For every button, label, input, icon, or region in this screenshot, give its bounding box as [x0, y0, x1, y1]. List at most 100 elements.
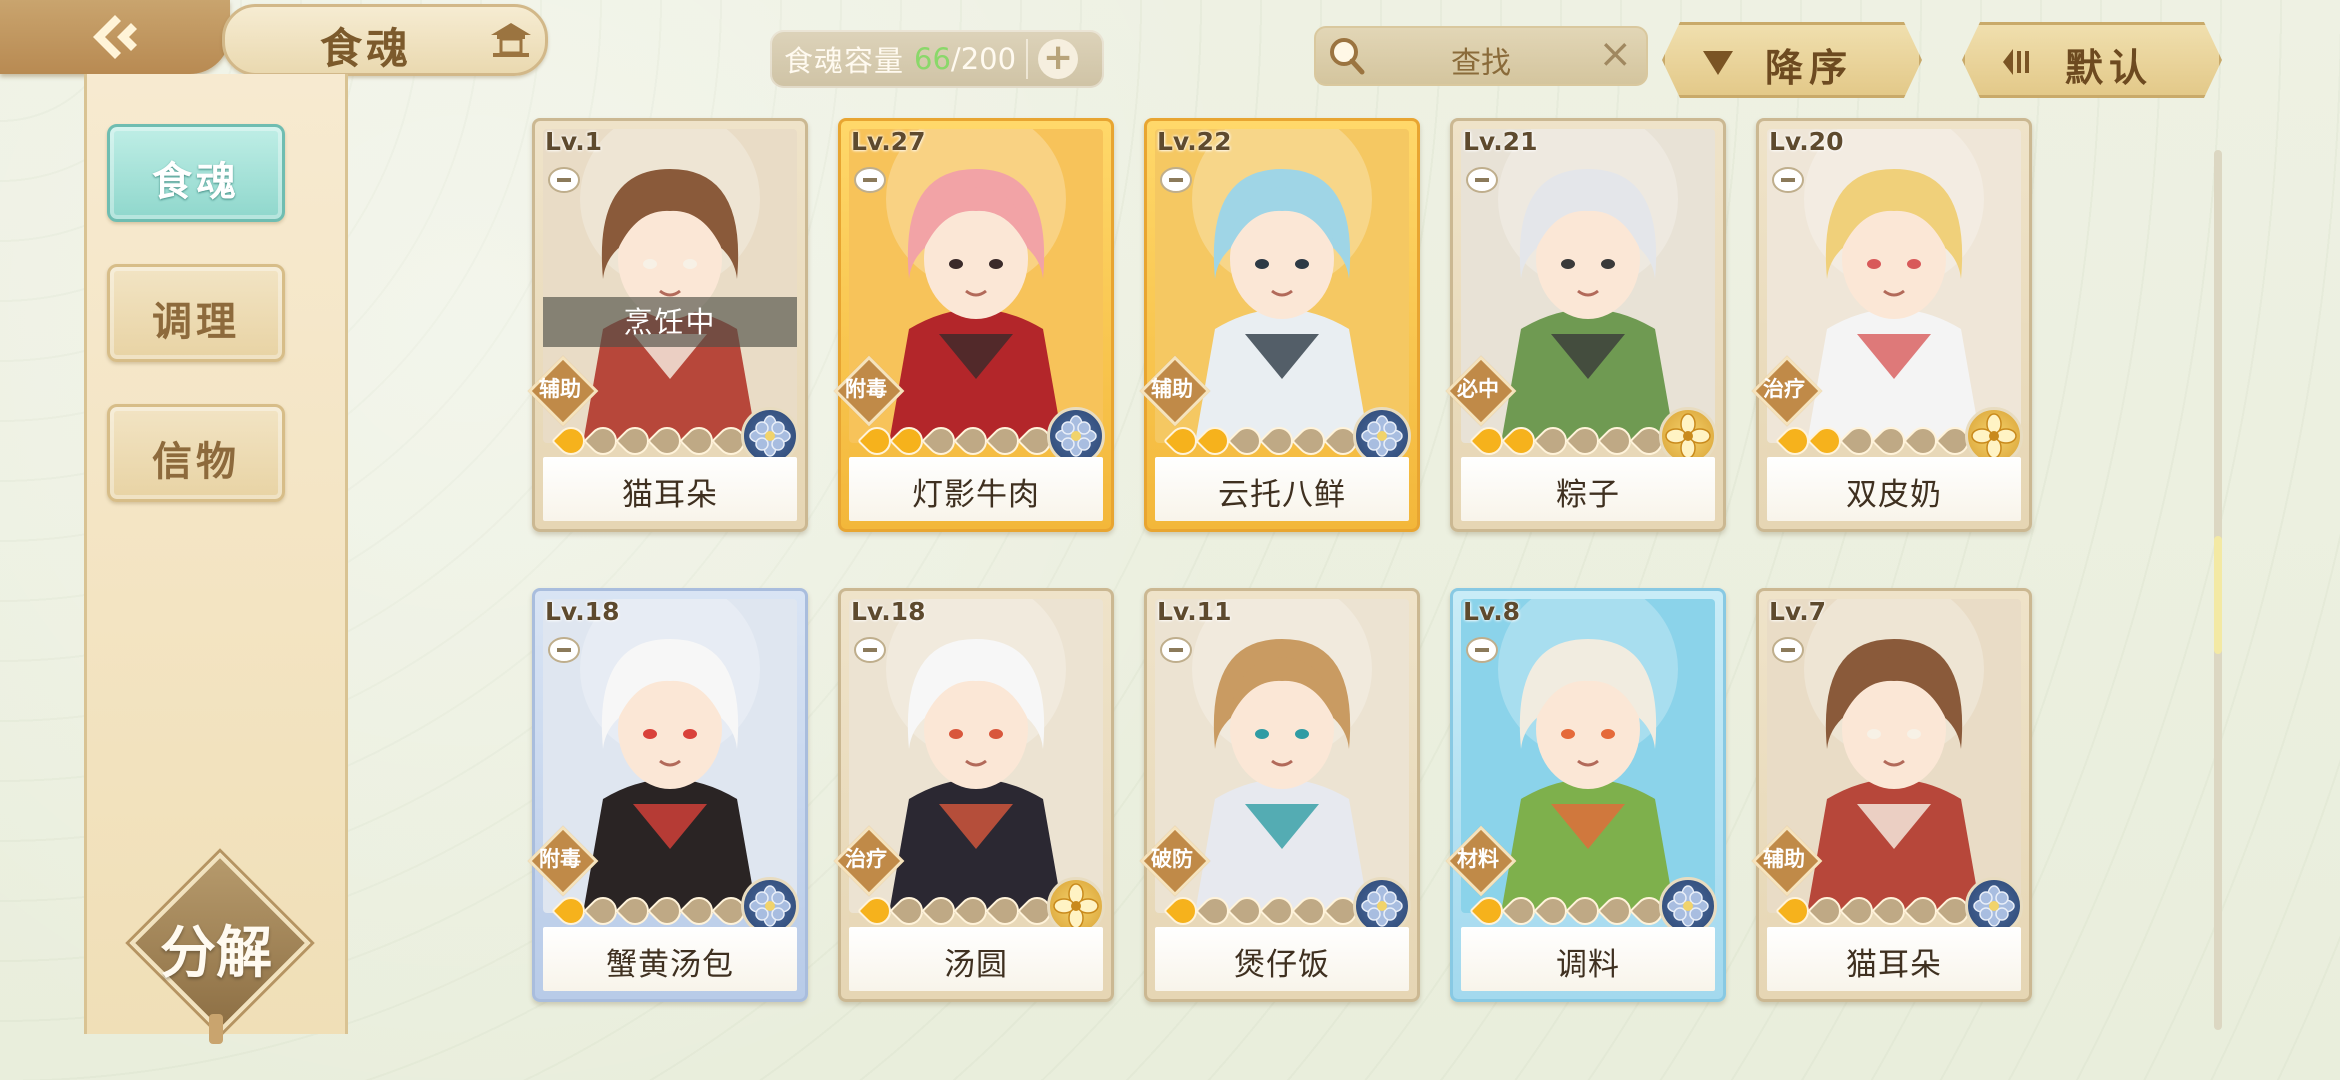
name-plate: 双皮奶 — [1767, 457, 2021, 521]
role-label: 必中 — [1457, 377, 1499, 401]
search-box[interactable]: 查找 × — [1314, 26, 1648, 86]
swap-arrows-icon — [2001, 47, 2035, 77]
food-soul-card[interactable]: Lv.27 附毒 灯影牛肉 — [833, 118, 1114, 532]
lock-icon[interactable] — [853, 165, 887, 195]
lock-icon[interactable] — [1465, 635, 1499, 665]
tab-label: 信物 — [152, 439, 240, 485]
food-soul-card[interactable]: Lv.7 辅助 猫耳朵 — [1751, 588, 2032, 1002]
character-name: 蟹黄汤包 — [606, 947, 734, 983]
role-badge: 材料 — [1445, 825, 1517, 897]
food-soul-card[interactable]: Lv.18 治疗 汤圆 — [833, 588, 1114, 1002]
star-rating — [1775, 421, 1975, 461]
house-icon[interactable] — [487, 19, 535, 59]
food-soul-card[interactable]: Lv.20 治疗 双皮奶 — [1751, 118, 2032, 532]
level-label: Lv.27 — [851, 127, 926, 156]
level-label: Lv.11 — [1157, 597, 1232, 626]
role-label: 辅助 — [1763, 847, 1805, 871]
character-name: 煲仔饭 — [1234, 947, 1330, 983]
triangle-down-icon — [1701, 47, 1735, 77]
lock-icon[interactable] — [547, 165, 581, 195]
name-plate: 蟹黄汤包 — [543, 927, 797, 991]
scrollbar-thumb[interactable] — [2214, 536, 2222, 654]
character-name: 猫耳朵 — [622, 477, 718, 513]
character-name: 灯影牛肉 — [912, 477, 1040, 513]
food-soul-card[interactable]: Lv.11 破防 煲仔饭 — [1139, 588, 1420, 1002]
lock-icon[interactable] — [853, 635, 887, 665]
add-capacity-button[interactable]: + — [1038, 39, 1079, 79]
lock-icon[interactable] — [547, 635, 581, 665]
character-name: 猫耳朵 — [1846, 947, 1942, 983]
star-rating — [551, 421, 751, 461]
star-rating — [1469, 891, 1669, 931]
food-soul-card[interactable]: Lv.22 辅助 云托八鲜 — [1139, 118, 1420, 532]
tab-tokens[interactable]: 信物 — [107, 404, 285, 502]
role-label: 治疗 — [845, 847, 887, 871]
title-plate: 食魂 — [222, 4, 548, 76]
page-title: 食魂 — [320, 24, 413, 73]
food-soul-card[interactable]: Lv.21 必中 粽子 — [1445, 118, 1726, 532]
lock-icon[interactable] — [1159, 165, 1193, 195]
food-soul-grid: Lv.1 烹饪中 辅助 猫耳朵 Lv.27 附毒 灯影牛肉 Lv.22 辅助 云… — [527, 118, 2048, 1008]
name-plate: 调料 — [1461, 927, 1715, 991]
level-label: Lv.7 — [1769, 597, 1827, 626]
level-label: Lv.18 — [545, 597, 620, 626]
role-badge: 辅助 — [1139, 355, 1211, 427]
role-badge: 治疗 — [833, 825, 905, 897]
sidebar: 食魂 调理 信物 分解 — [84, 74, 348, 1044]
cooking-status: 烹饪中 — [543, 297, 797, 347]
name-plate: 煲仔饭 — [1155, 927, 1409, 991]
name-plate: 云托八鲜 — [1155, 457, 1409, 521]
decompose-button[interactable]: 分解 — [125, 852, 311, 1044]
star-rating — [551, 891, 751, 931]
tab-label: 调理 — [152, 299, 240, 345]
role-label: 附毒 — [539, 847, 581, 871]
level-label: Lv.8 — [1463, 597, 1521, 626]
character-name: 粽子 — [1556, 477, 1620, 513]
character-name: 云托八鲜 — [1218, 477, 1346, 513]
role-label: 破防 — [1151, 847, 1193, 871]
capacity-divider — [1026, 39, 1029, 79]
role-badge: 治疗 — [1751, 355, 1823, 427]
tab-conditioning[interactable]: 调理 — [107, 264, 285, 362]
star-rating — [1469, 421, 1669, 461]
sort-mode-label: 默认 — [2065, 46, 2154, 90]
sort-mode-button[interactable]: 默认 — [1962, 22, 2222, 98]
back-button[interactable] — [0, 0, 230, 74]
role-badge: 辅助 — [527, 355, 599, 427]
tab-food-souls[interactable]: 食魂 — [107, 124, 285, 222]
role-badge: 破防 — [1139, 825, 1211, 897]
role-label: 材料 — [1457, 847, 1499, 871]
food-soul-card[interactable]: Lv.1 烹饪中 辅助 猫耳朵 — [527, 118, 808, 532]
star-rating — [857, 421, 1057, 461]
capacity-max: 200 — [960, 42, 1017, 76]
lock-icon[interactable] — [1159, 635, 1193, 665]
level-label: Lv.1 — [545, 127, 603, 156]
clear-search-button[interactable]: × — [1598, 32, 1632, 76]
sort-order-label: 降序 — [1765, 46, 1854, 90]
decompose-label: 分解 — [160, 920, 272, 986]
name-plate: 粽子 — [1461, 457, 1715, 521]
capacity-current: 66 — [914, 42, 951, 76]
capacity-label: 食魂容量 — [784, 44, 905, 78]
role-badge: 必中 — [1445, 355, 1517, 427]
role-badge: 辅助 — [1751, 825, 1823, 897]
star-rating — [1775, 891, 1975, 931]
capacity-display: 食魂容量 66 / 200 + — [770, 30, 1104, 88]
level-label: Lv.21 — [1463, 127, 1538, 156]
lock-icon[interactable] — [1465, 165, 1499, 195]
lock-icon[interactable] — [1771, 635, 1805, 665]
food-soul-card[interactable]: Lv.18 附毒 蟹黄汤包 — [527, 588, 808, 1002]
food-soul-card[interactable]: Lv.8 材料 调料 — [1445, 588, 1726, 1002]
name-plate: 猫耳朵 — [543, 457, 797, 521]
sort-order-button[interactable]: 降序 — [1662, 22, 1922, 98]
lock-icon[interactable] — [1771, 165, 1805, 195]
character-name: 汤圆 — [944, 947, 1008, 983]
character-name: 调料 — [1556, 947, 1620, 983]
capacity-separator: / — [950, 42, 961, 76]
role-badge: 附毒 — [527, 825, 599, 897]
back-arrow-icon — [93, 15, 137, 59]
level-label: Lv.20 — [1769, 127, 1844, 156]
name-plate: 汤圆 — [849, 927, 1103, 991]
tab-label: 食魂 — [152, 159, 240, 205]
role-label: 辅助 — [1151, 377, 1193, 401]
